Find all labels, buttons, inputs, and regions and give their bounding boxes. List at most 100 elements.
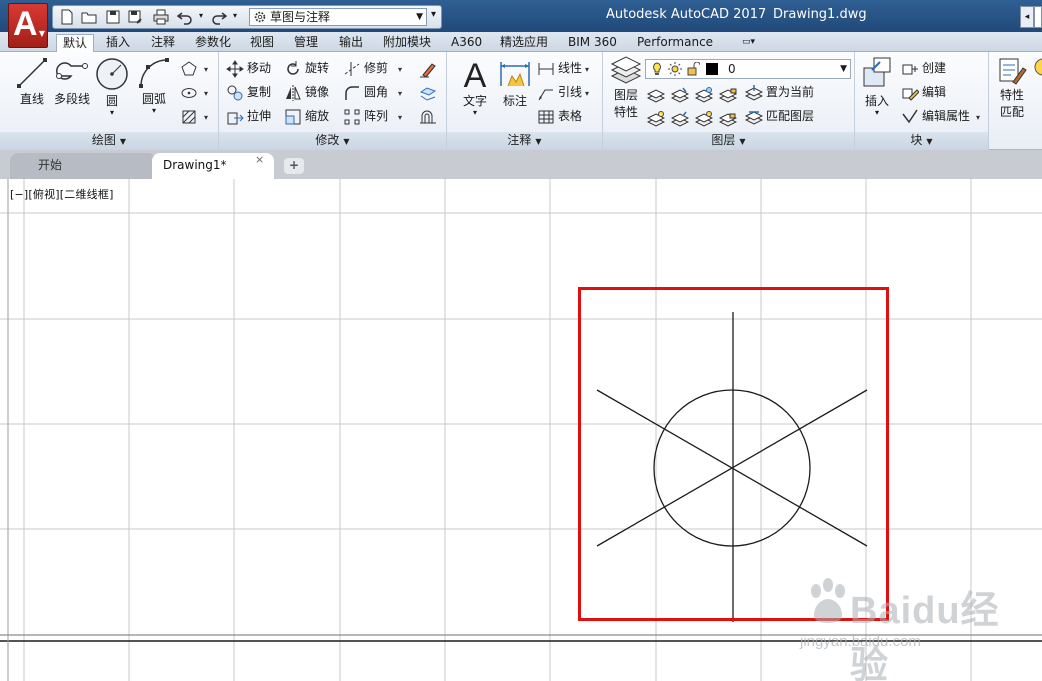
layer-unlock-icon xyxy=(718,112,738,127)
layer-tool-2[interactable] xyxy=(670,84,692,104)
layer-off-icon xyxy=(646,88,666,103)
color-wheel-icon[interactable] xyxy=(1033,58,1042,76)
line-button[interactable]: 直线 xyxy=(12,56,52,107)
save-as-icon[interactable] xyxy=(125,8,145,26)
insert-block-button[interactable]: 插入 ▾ xyxy=(858,56,896,117)
hatch-icon xyxy=(182,110,196,123)
chevron-down-icon: ▾ xyxy=(472,108,477,117)
tab-a360[interactable]: A360 xyxy=(445,34,488,52)
panel-layers-title[interactable]: 图层 ▼ xyxy=(603,132,854,150)
tab-insert[interactable]: 插入 xyxy=(100,34,136,52)
tab-start[interactable]: 开始 xyxy=(10,153,156,179)
explode-icon xyxy=(419,86,437,101)
tab-bim360[interactable]: BIM 360 xyxy=(562,34,623,52)
layer-tool-7[interactable] xyxy=(694,108,716,128)
text-button[interactable]: A 文字 ▾ xyxy=(453,56,497,117)
tab-output[interactable]: 输出 xyxy=(333,34,369,52)
array-button[interactable]: 阵列 ▾ xyxy=(343,106,402,126)
new-icon[interactable] xyxy=(57,8,77,26)
polygon-button[interactable]: ▾ xyxy=(180,58,208,78)
undo-icon[interactable] xyxy=(175,8,195,26)
arc-button[interactable]: 圆弧 ▾ xyxy=(134,56,174,115)
layer-tool-4[interactable] xyxy=(718,84,740,104)
ellipse-button[interactable]: ▾ xyxy=(180,82,208,102)
document-tab-bar: 开始 Drawing1* × + xyxy=(0,150,1042,179)
chevron-down-icon: ▾ xyxy=(585,65,590,74)
layer-properties-button[interactable]: 图层 特性 xyxy=(607,56,645,120)
edit-block-button[interactable]: 编辑 xyxy=(901,82,946,102)
layer-select[interactable]: 0 ▼ xyxy=(645,59,851,79)
layer-tool-5[interactable] xyxy=(646,108,668,128)
rotate-button[interactable]: 旋转 xyxy=(284,58,329,78)
mirror-button[interactable]: 镜像 xyxy=(284,82,329,102)
application-menu-button[interactable]: A ▼ xyxy=(8,3,48,48)
ribbon-minimize-icon[interactable]: ▭▾ xyxy=(742,37,764,48)
viewport-controls[interactable]: [−][俯视][二维线框] xyxy=(10,186,114,202)
new-tab-button[interactable]: + xyxy=(284,158,304,174)
stretch-button[interactable]: 拉伸 xyxy=(226,106,271,126)
tab-home[interactable]: 默认 xyxy=(56,34,95,52)
make-current-button[interactable]: 置为当前 xyxy=(744,82,814,102)
move-button[interactable]: 移动 xyxy=(226,58,271,78)
circle-button[interactable]: 圆 ▾ xyxy=(92,56,132,117)
trim-icon xyxy=(344,61,360,76)
drawing-canvas[interactable]: [−][俯视][二维线框] Baidu经验 jingyan.baidu.com xyxy=(0,179,1042,681)
open-icon[interactable] xyxy=(79,8,99,26)
save-icon[interactable] xyxy=(103,8,123,26)
tab-view[interactable]: 视图 xyxy=(244,34,280,52)
line-label: 直线 xyxy=(19,92,44,106)
panel-block: 插入 ▾ 创建 编辑 编辑属性 ▾ 块 ▼ xyxy=(855,52,989,150)
chevron-down-icon: ▾ xyxy=(398,89,403,98)
panel-modify-title[interactable]: 修改 ▼ xyxy=(219,132,446,150)
tab-annotate[interactable]: 注释 xyxy=(145,34,181,52)
match-properties-button[interactable]: 特性 匹配 xyxy=(992,56,1032,120)
scale-button[interactable]: 缩放 xyxy=(284,106,329,126)
panel-annotation-title[interactable]: 注释 ▼ xyxy=(447,132,602,150)
insert-block-icon xyxy=(863,57,891,87)
chevron-down-icon: ▼ xyxy=(926,137,933,146)
ribbon: 直线 多段线 圆 ▾ 圆弧 ▾ ▾ ▾ ▾ 绘图 ▼ 移动 旋转 修剪 ▾ 复制… xyxy=(0,52,1042,150)
tab-parametric[interactable]: 参数化 xyxy=(189,34,237,52)
close-icon[interactable]: × xyxy=(255,153,264,166)
redo-dropdown-icon[interactable]: ▾ xyxy=(233,11,237,20)
dimension-icon xyxy=(500,62,530,87)
layer-freeze-icon xyxy=(694,86,714,103)
tab-featured-apps[interactable]: 精选应用 xyxy=(494,34,554,52)
table-button[interactable]: 表格 xyxy=(537,106,582,126)
trim-button[interactable]: 修剪 ▾ xyxy=(343,58,402,78)
panel-draw-title[interactable]: 绘图 ▼ xyxy=(0,132,218,150)
create-block-button[interactable]: 创建 xyxy=(901,58,946,78)
line-icon xyxy=(17,58,47,88)
layer-tool-8[interactable] xyxy=(718,108,740,128)
panel-draw: 直线 多段线 圆 ▾ 圆弧 ▾ ▾ ▾ ▾ 绘图 ▼ xyxy=(0,52,219,150)
workspace-select[interactable]: 草图与注释 ▼ xyxy=(249,8,427,26)
search-expand-icon[interactable]: ◂ xyxy=(1020,6,1034,28)
undo-dropdown-icon[interactable]: ▾ xyxy=(199,11,203,20)
polyline-button[interactable]: 多段线 xyxy=(50,56,94,107)
circle-label: 圆 xyxy=(105,94,118,108)
layer-tool-3[interactable] xyxy=(694,84,716,104)
dimension-button[interactable]: 标注 xyxy=(495,56,535,109)
explode-button[interactable] xyxy=(419,82,440,102)
tab-manage[interactable]: 管理 xyxy=(288,34,324,52)
panel-block-title[interactable]: 块 ▼ xyxy=(855,132,988,150)
qat-customize-icon[interactable]: ▾ xyxy=(431,9,436,20)
tab-addins[interactable]: 附加模块 xyxy=(377,34,437,52)
search-input[interactable] xyxy=(1034,6,1042,28)
offset-button[interactable] xyxy=(419,106,440,126)
circle-icon xyxy=(96,58,128,90)
print-icon[interactable] xyxy=(151,8,171,26)
layer-tool-6[interactable] xyxy=(670,108,692,128)
leader-button[interactable]: 引线 ▾ xyxy=(537,82,589,102)
layer-tool-1[interactable] xyxy=(646,84,668,104)
match-layer-button[interactable]: 匹配图层 xyxy=(744,106,814,126)
edit-attributes-button[interactable]: 编辑属性 ▾ xyxy=(901,106,980,126)
hatch-button[interactable]: ▾ xyxy=(180,106,208,126)
copy-button[interactable]: 复制 xyxy=(226,82,271,102)
linear-dimension-button[interactable]: 线性 ▾ xyxy=(537,58,589,78)
fillet-button[interactable]: 圆角 ▾ xyxy=(343,82,402,102)
erase-button[interactable] xyxy=(419,58,440,78)
tab-performance[interactable]: Performance xyxy=(631,34,719,52)
model-space[interactable] xyxy=(0,179,1042,681)
redo-icon[interactable] xyxy=(209,8,229,26)
